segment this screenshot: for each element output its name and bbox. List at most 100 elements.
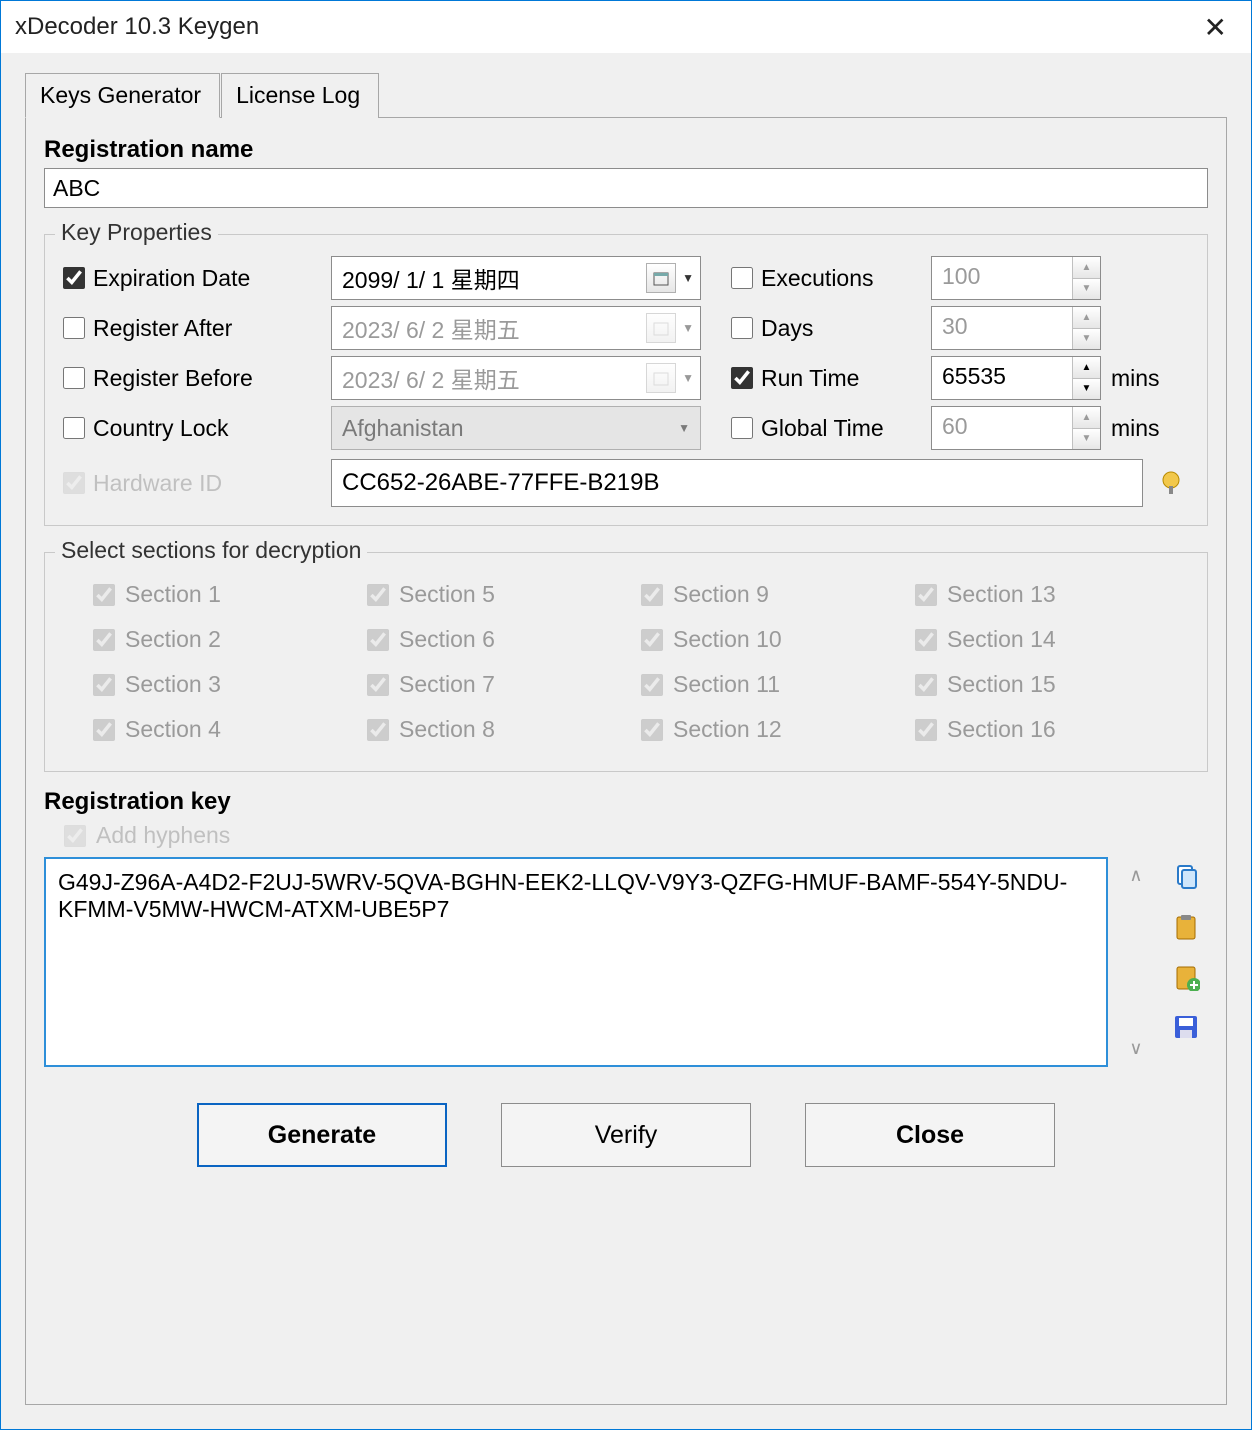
section-label: Section 14 [947, 626, 1056, 653]
spin-up-icon[interactable]: ▲ [1073, 257, 1100, 279]
calendar-icon [646, 363, 676, 393]
calendar-icon[interactable] [646, 263, 676, 293]
add-icon[interactable] [1168, 959, 1204, 995]
scroll-up-icon[interactable]: ∧ [1129, 865, 1142, 886]
register-before-label: Register Before [93, 365, 253, 392]
section-label: Section 11 [673, 671, 780, 698]
country-lock-checkbox[interactable] [63, 417, 85, 439]
section-checkbox [93, 719, 115, 741]
section-item: Section 4 [93, 716, 337, 743]
section-item: Section 7 [367, 671, 611, 698]
section-checkbox [367, 584, 389, 606]
section-item: Section 10 [641, 626, 885, 653]
registration-key-group: Registration key Add hyphens G49J-Z96A-A… [44, 788, 1208, 1067]
sections-group: Select sections for decryption Section 1… [44, 552, 1208, 772]
section-checkbox [915, 674, 937, 696]
client-area: Keys Generator License Log Registration … [1, 53, 1251, 1429]
register-before-checkbox[interactable] [63, 367, 85, 389]
section-checkbox [915, 719, 937, 741]
run-time-checkbox[interactable] [731, 367, 753, 389]
expiration-date-checkbox[interactable] [63, 267, 85, 289]
tab-license-log[interactable]: License Log [221, 73, 379, 118]
section-label: Section 5 [399, 581, 495, 608]
paste-hwid-icon[interactable] [1153, 465, 1189, 501]
generate-button[interactable]: Generate [197, 1103, 447, 1167]
copy-icon[interactable] [1168, 859, 1204, 895]
key-properties-legend: Key Properties [55, 219, 218, 246]
title-bar: xDecoder 10.3 Keygen ✕ [1, 1, 1251, 53]
section-label: Section 8 [399, 716, 495, 743]
section-item: Section 5 [367, 581, 611, 608]
days-checkbox[interactable] [731, 317, 753, 339]
section-checkbox [641, 584, 663, 606]
spin-up-icon[interactable]: ▲ [1073, 357, 1100, 379]
section-checkbox [915, 629, 937, 651]
close-icon[interactable]: ✕ [1194, 11, 1237, 44]
sections-legend: Select sections for decryption [55, 537, 367, 564]
expiration-date-picker[interactable]: 2099/ 1/ 1 星期四 ▼ [331, 256, 701, 300]
chevron-down-icon: ▼ [678, 421, 690, 435]
executions-spinner[interactable]: 100 ▲▼ [931, 256, 1101, 300]
section-item: Section 13 [915, 581, 1159, 608]
scroll-down-icon[interactable]: ∨ [1129, 1038, 1142, 1059]
executions-label: Executions [761, 265, 874, 292]
chevron-down-icon[interactable]: ▼ [682, 271, 694, 285]
textarea-scrollbar[interactable]: ∧ ∨ [1122, 857, 1150, 1067]
section-item: Section 3 [93, 671, 337, 698]
run-time-unit: mins [1111, 365, 1171, 392]
days-spinner[interactable]: 30 ▲▼ [931, 306, 1101, 350]
registration-key-textarea[interactable]: G49J-Z96A-A4D2-F2UJ-5WRV-5QVA-BGHN-EEK2-… [44, 857, 1108, 1067]
section-item: Section 12 [641, 716, 885, 743]
section-checkbox [367, 674, 389, 696]
register-after-checkbox[interactable] [63, 317, 85, 339]
spin-down-icon[interactable]: ▼ [1073, 279, 1100, 300]
section-item: Section 15 [915, 671, 1159, 698]
spin-up-icon[interactable]: ▲ [1073, 407, 1100, 429]
global-time-checkbox[interactable] [731, 417, 753, 439]
tab-keys-generator[interactable]: Keys Generator [25, 73, 220, 118]
save-icon[interactable] [1168, 1009, 1204, 1045]
spin-down-icon[interactable]: ▼ [1073, 379, 1100, 400]
hardware-id-input[interactable] [331, 459, 1143, 507]
key-properties-group: Key Properties Expiration Date 2099/ 1/ … [44, 234, 1208, 526]
section-item: Section 9 [641, 581, 885, 608]
tabs: Keys Generator License Log [25, 73, 1227, 118]
section-label: Section 10 [673, 626, 782, 653]
country-lock-label: Country Lock [93, 415, 229, 442]
expiration-date-label: Expiration Date [93, 265, 250, 292]
section-item: Section 2 [93, 626, 337, 653]
registration-name-input[interactable] [44, 168, 1208, 208]
close-button[interactable]: Close [805, 1103, 1055, 1167]
section-checkbox [93, 584, 115, 606]
registration-name-label: Registration name [44, 136, 1208, 164]
hardware-id-checkbox [63, 472, 85, 494]
register-before-picker: 2023/ 6/ 2 星期五 ▼ [331, 356, 701, 400]
section-label: Section 2 [125, 626, 221, 653]
spin-up-icon[interactable]: ▲ [1073, 307, 1100, 329]
paste-icon[interactable] [1168, 909, 1204, 945]
section-checkbox [367, 719, 389, 741]
run-time-spinner[interactable]: 65535 ▲▼ [931, 356, 1101, 400]
spin-down-icon[interactable]: ▼ [1073, 329, 1100, 350]
chevron-down-icon: ▼ [682, 371, 694, 385]
button-row: Generate Verify Close [44, 1103, 1208, 1167]
section-item: Section 11 [641, 671, 885, 698]
calendar-icon [646, 313, 676, 343]
spin-down-icon[interactable]: ▼ [1073, 429, 1100, 450]
section-label: Section 3 [125, 671, 221, 698]
section-checkbox [641, 629, 663, 651]
global-time-unit: mins [1111, 415, 1171, 442]
chevron-down-icon: ▼ [682, 321, 694, 335]
global-time-spinner[interactable]: 60 ▲▼ [931, 406, 1101, 450]
hardware-id-label: Hardware ID [93, 470, 222, 497]
verify-button[interactable]: Verify [501, 1103, 751, 1167]
app-window: xDecoder 10.3 Keygen ✕ Keys Generator Li… [0, 0, 1252, 1430]
section-label: Section 7 [399, 671, 495, 698]
section-label: Section 1 [125, 581, 221, 608]
add-hyphens-label: Add hyphens [96, 822, 230, 849]
section-checkbox [641, 674, 663, 696]
section-item: Section 16 [915, 716, 1159, 743]
section-label: Section 12 [673, 716, 782, 743]
executions-checkbox[interactable] [731, 267, 753, 289]
section-item: Section 6 [367, 626, 611, 653]
